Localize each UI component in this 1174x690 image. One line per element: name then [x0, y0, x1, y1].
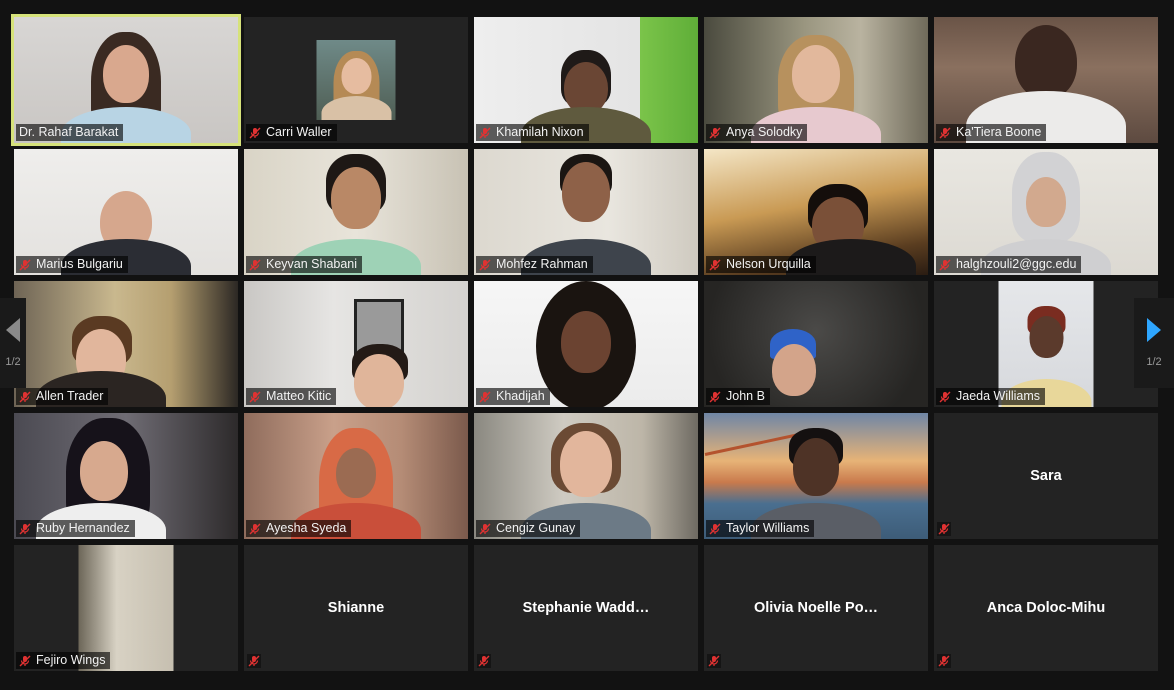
mic-muted-icon — [249, 391, 261, 403]
video-grid: Dr. Rahaf Barakat Carri Waller Khamilah … — [11, 14, 1158, 671]
participant-name-placeholder: Sara — [1030, 468, 1062, 484]
mic-muted-icon — [937, 654, 951, 668]
participant-name-label: Khamilah Nixon — [476, 124, 589, 141]
mic-muted-icon — [479, 523, 491, 535]
participant-name-label: Allen Trader — [16, 388, 109, 405]
mic-muted-icon — [707, 654, 721, 668]
participant-tile[interactable]: Mohfez Rahman — [474, 149, 698, 275]
participant-name-placeholder: Stephanie Wadd… — [522, 600, 650, 616]
participant-tile[interactable]: John B — [704, 281, 928, 407]
mic-muted-icon — [937, 522, 951, 536]
mic-muted-icon — [939, 127, 951, 139]
participant-tile[interactable]: Stephanie Wadd… — [474, 545, 698, 671]
participant-name-label: Ka'Tiera Boone — [936, 124, 1047, 141]
participant-name-label: Ayesha Syeda — [246, 520, 352, 537]
participant-tile[interactable]: Nelson Urquilla — [704, 149, 928, 275]
participant-tile[interactable]: Taylor Williams — [704, 413, 928, 539]
mic-muted-icon — [477, 654, 491, 668]
previous-page-button[interactable]: 1/2 — [0, 298, 26, 388]
participant-tile[interactable]: Khadijah — [474, 281, 698, 407]
participant-name-label: Khadijah — [476, 388, 550, 405]
participant-tile[interactable]: Sara — [934, 413, 1158, 539]
mic-muted-icon — [709, 127, 721, 139]
mic-muted-icon — [479, 127, 491, 139]
chevron-left-icon — [6, 318, 20, 342]
mic-muted-icon — [709, 523, 721, 535]
participant-tile[interactable]: Carri Waller — [244, 17, 468, 143]
participant-tile[interactable]: Shianne — [244, 545, 468, 671]
participant-name-placeholder: Anca Doloc-Mihu — [986, 600, 1106, 616]
mic-muted-icon — [709, 259, 721, 271]
participant-name-label: Dr. Rahaf Barakat — [16, 124, 124, 141]
participant-tile[interactable]: Ruby Hernandez — [14, 413, 238, 539]
next-page-button[interactable]: 1/2 — [1134, 298, 1174, 388]
participant-tile[interactable]: Olivia Noelle Po… — [704, 545, 928, 671]
participant-tile[interactable]: Jaeda Williams — [934, 281, 1158, 407]
participant-name-placeholder: Shianne — [327, 600, 385, 616]
page-indicator: 1/2 — [5, 356, 21, 368]
mic-muted-icon — [249, 127, 261, 139]
participant-tile[interactable]: Keyvan Shabani — [244, 149, 468, 275]
participant-tile[interactable]: Anya Solodky — [704, 17, 928, 143]
mic-muted-icon — [19, 655, 31, 667]
mic-muted-icon — [19, 391, 31, 403]
mic-muted-icon — [247, 654, 261, 668]
participant-name-label: Mohfez Rahman — [476, 256, 593, 273]
participant-name-label: Ruby Hernandez — [16, 520, 135, 537]
participant-tile[interactable]: Khamilah Nixon — [474, 17, 698, 143]
mic-muted-icon — [709, 391, 721, 403]
mic-muted-icon — [479, 259, 491, 271]
chevron-right-icon — [1147, 318, 1161, 342]
mic-muted-icon — [19, 523, 31, 535]
participant-tile[interactable]: Ayesha Syeda — [244, 413, 468, 539]
mic-muted-icon — [249, 523, 261, 535]
participant-tile[interactable]: Anca Doloc-Mihu — [934, 545, 1158, 671]
participant-name-label: Anya Solodky — [706, 124, 808, 141]
participant-tile[interactable]: Allen Trader — [14, 281, 238, 407]
participant-tile[interactable]: Dr. Rahaf Barakat — [11, 14, 241, 146]
participant-tile[interactable]: Matteo Kitic — [244, 281, 468, 407]
participant-name-label: Taylor Williams — [706, 520, 815, 537]
participant-tile[interactable]: Ka'Tiera Boone — [934, 17, 1158, 143]
participant-tile[interactable]: halghzouli2@ggc.edu — [934, 149, 1158, 275]
participant-name-label: Marius Bulgariu — [16, 256, 128, 273]
participant-name-label: Jaeda Williams — [936, 388, 1046, 405]
participant-tile[interactable]: Marius Bulgariu — [14, 149, 238, 275]
participant-name-placeholder: Olivia Noelle Po… — [753, 600, 879, 616]
participant-name-label: Fejiro Wings — [16, 652, 111, 669]
participant-video — [316, 40, 396, 120]
participant-name-label: John B — [706, 388, 770, 405]
participant-tile[interactable]: Cengiz Gunay — [474, 413, 698, 539]
mic-muted-icon — [249, 259, 261, 271]
participant-tile[interactable]: Fejiro Wings — [14, 545, 238, 671]
participant-name-label: Keyvan Shabani — [246, 256, 363, 273]
participant-name-label: Carri Waller — [246, 124, 337, 141]
mic-muted-icon — [939, 259, 951, 271]
page-indicator: 1/2 — [1146, 356, 1162, 368]
participant-name-label: Matteo Kitic — [246, 388, 337, 405]
participant-name-label: Cengiz Gunay — [476, 520, 581, 537]
mic-muted-icon — [939, 391, 951, 403]
mic-muted-icon — [19, 259, 31, 271]
participant-name-label: Nelson Urquilla — [706, 256, 816, 273]
mic-muted-icon — [479, 391, 491, 403]
participant-name-label: halghzouli2@ggc.edu — [936, 256, 1082, 273]
